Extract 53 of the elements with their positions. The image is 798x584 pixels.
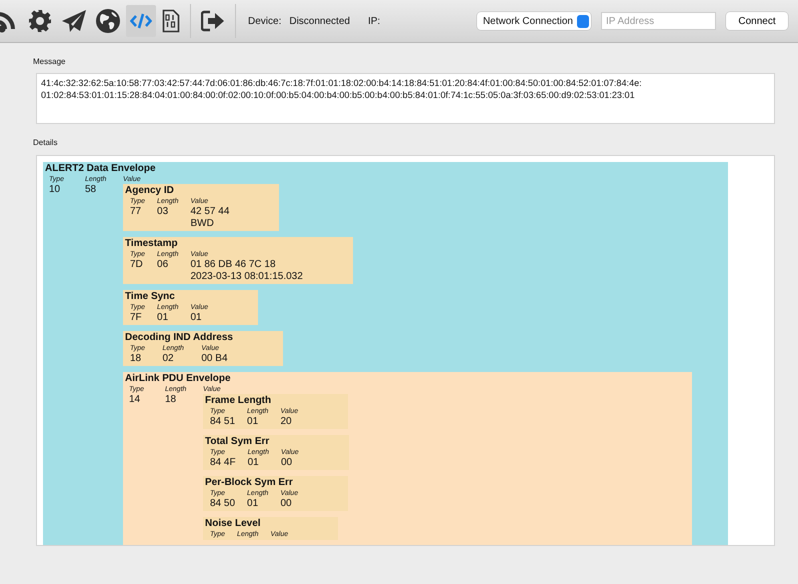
- type-value: 7D: [130, 259, 144, 272]
- connection-dropdown[interactable]: Network Connection: [476, 12, 591, 30]
- type-value: 84 51: [210, 416, 236, 428]
- block-title: Frame Length: [205, 395, 272, 407]
- length-value: 01: [247, 498, 260, 510]
- block-title: AirLink PDU Envelope: [125, 373, 232, 385]
- block-title: Total Sym Err: [205, 436, 270, 448]
- ip-address-field[interactable]: IP Address: [601, 12, 716, 30]
- length-value: 03: [157, 206, 170, 219]
- block-title: Time Sync: [125, 291, 176, 303]
- block-title: Agency ID: [125, 185, 175, 197]
- length-value: 06: [157, 259, 170, 272]
- length-value: 01: [157, 312, 170, 324]
- length-value: 01: [247, 416, 260, 428]
- value-text: 00 B4: [201, 353, 229, 365]
- length-value: 58: [85, 184, 98, 197]
- gear-icon: [28, 9, 52, 33]
- type-value: 7F: [130, 312, 143, 324]
- type-value: 10: [49, 184, 62, 197]
- value-text: BWD: [190, 218, 215, 230]
- connect-button[interactable]: Connect: [726, 12, 788, 30]
- length-value: 18: [165, 394, 178, 407]
- device-label: Device:: [248, 16, 282, 26]
- block-title: ALERT2 Data Envelope: [45, 163, 157, 175]
- value-text: 01 86 DB 46 7C 18: [190, 259, 277, 271]
- message-label: Message: [33, 57, 66, 66]
- globe-icon: [96, 9, 120, 33]
- value-text: 00: [281, 457, 294, 469]
- type-value: 18: [130, 353, 142, 365]
- message-text: 41:4c:32:32:62:5a:10:58:77:03:42:57:44:7d:06:01:86:db:46:7c:18:7f:01:01:18:02:00:b4:14:18:84:51:01:20:84:4f:01:00:84:50:01:00:84:52:01:07:84:4e: 01:02:84:53:01:01:15:28:84:04:01:00:84:00:0f:02:00:10:0f:00:b5:04:00:b4:00:b5:00:b4:00:b5:84:01:0f:74:1c:55:05:0a:3f:03:65:00:d9:02:53:01:23:01: [36, 73, 775, 124]
- type-value: 84 4F: [210, 457, 236, 469]
- device-status: Disconnected: [289, 16, 350, 26]
- binary-file-icon: [162, 9, 180, 33]
- type-value: 84 50: [210, 498, 236, 510]
- feed-icon: [0, 9, 18, 33]
- paper-plane-icon: [62, 10, 86, 32]
- exit-icon: [201, 10, 225, 32]
- value-text: 2023-03-13 08:01:15.032: [190, 271, 303, 283]
- block-title: Per-Block Sym Err: [205, 477, 294, 489]
- type-value: 14: [129, 394, 142, 407]
- value-text: 42 57 44: [190, 206, 230, 218]
- code-icon: [130, 13, 152, 29]
- value-text: 01: [190, 312, 203, 324]
- block-title: Noise Level: [205, 518, 262, 530]
- length-value: 01: [248, 457, 260, 469]
- block-title: Decoding IND Address: [125, 332, 233, 344]
- value-text: 20: [280, 416, 293, 428]
- length-value: 02: [162, 353, 175, 365]
- details-label: Details: [33, 138, 58, 147]
- ip-label: IP:: [368, 16, 380, 26]
- value-text: 00: [280, 498, 293, 510]
- type-value: 77: [130, 206, 142, 219]
- block-title: Timestamp: [125, 238, 179, 250]
